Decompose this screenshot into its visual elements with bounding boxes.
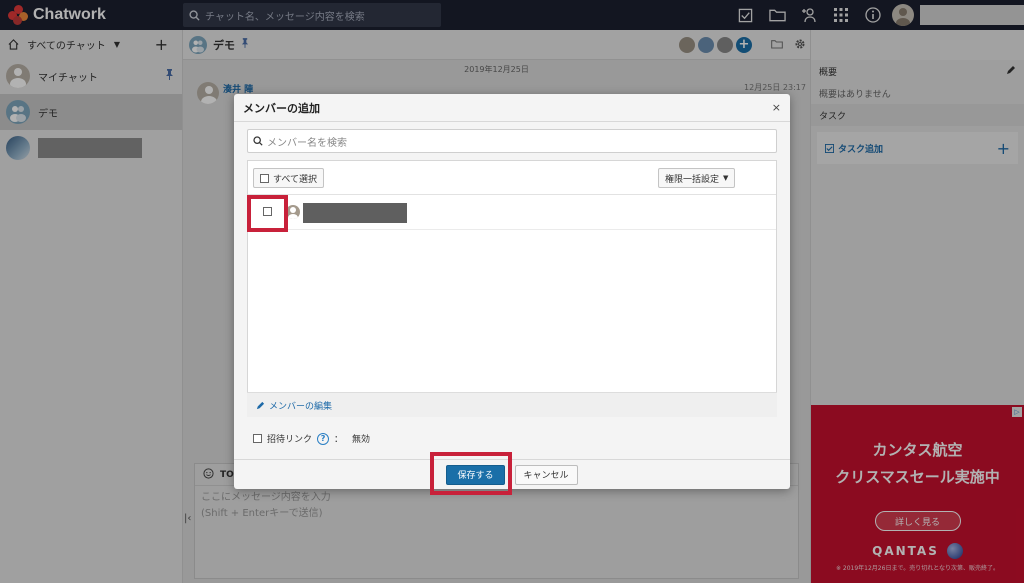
add-member-dialog: メンバーの追加 × メンバー名を検索 すべて選択 権限一括設定 ▼ メンバーの編… — [234, 94, 790, 489]
help-icon[interactable]: ? — [317, 432, 330, 445]
invite-status: 無効 — [352, 435, 371, 445]
highlight-save-button — [430, 452, 512, 495]
dialog-actions: 保存する キャンセル — [234, 459, 790, 489]
member-search-placeholder: メンバー名を検索 — [267, 137, 347, 149]
member-name-redacted — [303, 203, 407, 223]
pencil-icon — [256, 401, 265, 409]
member-avatar — [286, 205, 300, 219]
select-all-label: すべて選択 — [273, 174, 318, 185]
bulk-permission-dropdown[interactable]: 権限一括設定 ▼ — [658, 168, 736, 188]
caret-down-icon: ▼ — [723, 174, 729, 182]
bulk-permission-label: 権限一括設定 — [665, 174, 720, 185]
invite-link-label[interactable]: 招待リンク — [267, 432, 312, 445]
select-all-button[interactable]: すべて選択 — [253, 168, 325, 188]
dialog-title: メンバーの追加 — [234, 94, 790, 122]
highlight-member-checkbox — [247, 195, 288, 232]
edit-members-label: メンバーの編集 — [269, 401, 333, 412]
invite-link-row: 招待リンク ? ： 無効 — [253, 432, 370, 445]
member-search-input[interactable]: メンバー名を検索 — [247, 129, 777, 153]
edit-members-link[interactable]: メンバーの編集 — [247, 392, 777, 417]
invite-link-checkbox[interactable] — [253, 434, 262, 443]
checkbox-icon — [260, 173, 269, 183]
cancel-button[interactable]: キャンセル — [514, 464, 578, 485]
member-list: すべて選択 権限一括設定 ▼ — [247, 160, 777, 417]
member-row[interactable] — [248, 195, 776, 230]
close-icon[interactable]: × — [772, 101, 781, 114]
member-list-toolbar: すべて選択 権限一括設定 ▼ — [248, 161, 776, 195]
search-icon — [253, 136, 263, 146]
invite-colon: ： — [334, 435, 344, 445]
